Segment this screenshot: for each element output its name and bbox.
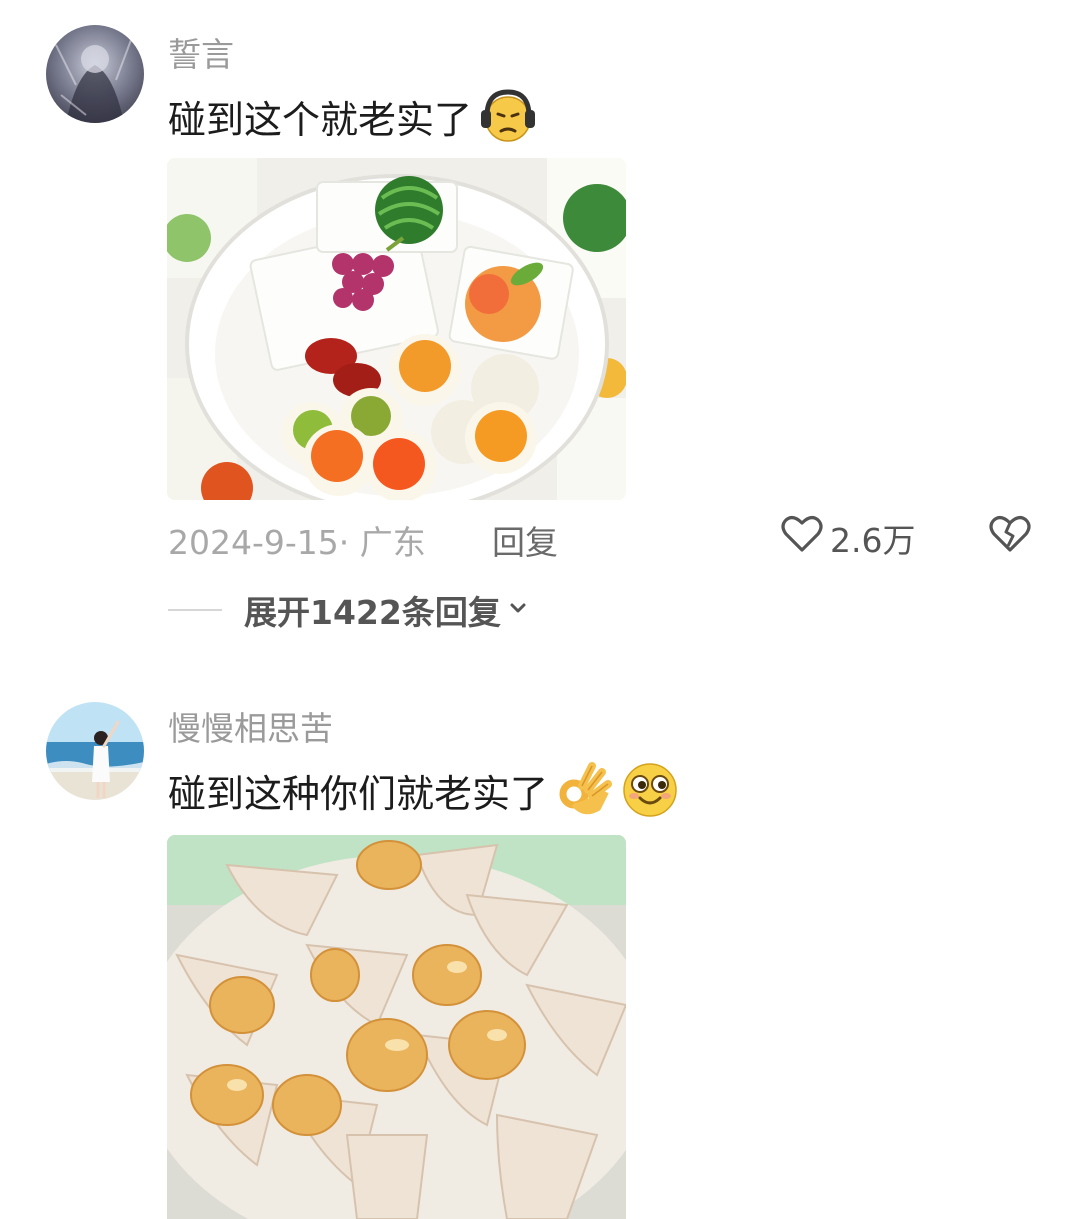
username[interactable]: 誓言 — [168, 28, 234, 76]
expand-replies[interactable]: 展开1422条回复 — [168, 588, 529, 632]
broken-heart-icon — [988, 516, 1032, 564]
comment-meta: 2024-9-15· 广东 回复 2.6万 — [168, 512, 1048, 562]
dislike-button[interactable] — [988, 512, 1032, 564]
headphones-face-emoji — [478, 86, 538, 146]
avatar[interactable] — [46, 25, 144, 123]
like-count: 2.6万 — [830, 521, 916, 560]
comment-text: 碰到这种你们就老实了 — [168, 771, 549, 816]
comment-text: 碰到这个就老实了 — [168, 97, 473, 142]
smiling-face-emoji — [620, 760, 680, 820]
comment-item: 慢慢相思苦 碰到这种你们就老实了 — [0, 680, 1080, 1219]
comment-date-location: 2024-9-15· 广东 — [168, 523, 426, 562]
heart-outline-icon — [780, 512, 824, 564]
like-button[interactable]: 2.6万 — [780, 512, 915, 564]
chevron-down-icon — [507, 597, 529, 623]
comment-text-row: 碰到这个就老实了 — [168, 86, 538, 146]
pastry-photo[interactable] — [167, 835, 626, 1219]
candy-photo[interactable] — [167, 158, 626, 500]
expand-replies-label[interactable]: 展开1422条回复 — [244, 586, 501, 634]
ok-hand-emoji — [554, 760, 614, 820]
comment-item: 誓言 碰到这个就老实了 2024-9-15· 广东 回复 2.6万 展开1422… — [0, 0, 1080, 650]
username[interactable]: 慢慢相思苦 — [168, 702, 333, 750]
comment-text-row: 碰到这种你们就老实了 — [168, 758, 680, 822]
avatar[interactable] — [46, 702, 144, 800]
reply-button[interactable]: 回复 — [492, 516, 558, 564]
divider — [168, 609, 222, 611]
